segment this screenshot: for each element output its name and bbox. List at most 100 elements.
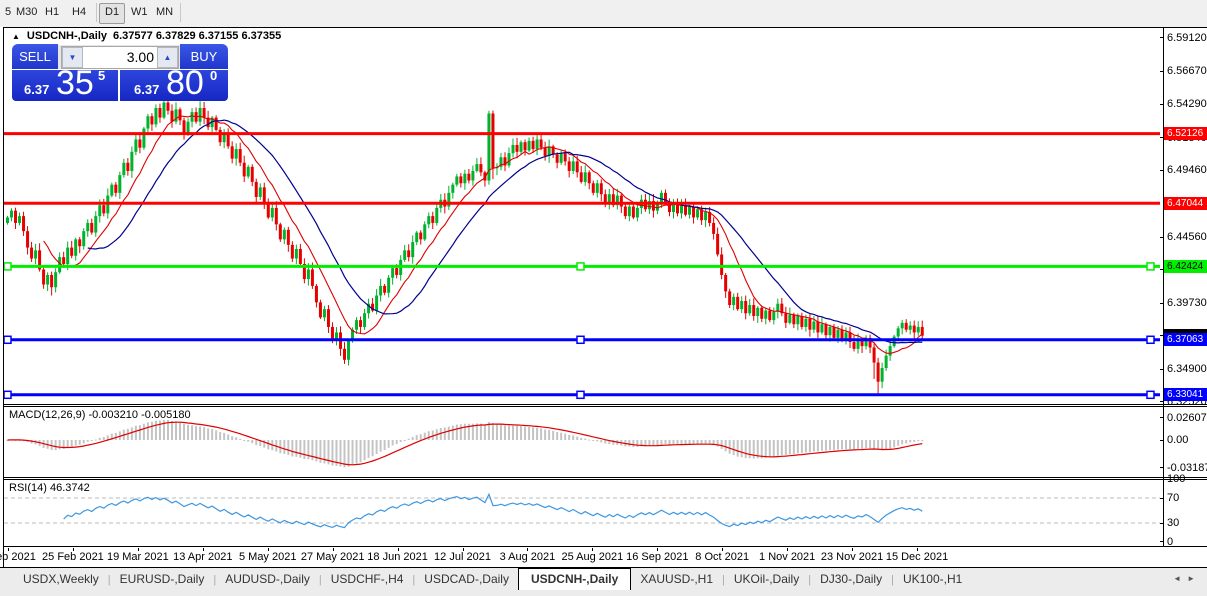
price-axis-tickmark <box>1160 369 1164 370</box>
candle-body <box>784 313 787 323</box>
macd-histogram-bar <box>360 440 362 462</box>
macd-histogram-bar <box>147 422 149 440</box>
candle-body <box>154 108 157 124</box>
macd-histogram-bar <box>528 427 530 440</box>
candle-body <box>540 139 543 147</box>
macd-histogram-bar <box>881 440 883 450</box>
macd-histogram-bar <box>215 430 217 440</box>
level-line-handle[interactable] <box>577 391 584 398</box>
macd-histogram-bar <box>235 437 237 440</box>
candle-body <box>102 205 105 213</box>
candle-body <box>768 311 771 321</box>
macd-histogram-bar <box>861 440 863 449</box>
macd-histogram-bar <box>725 440 727 451</box>
candle-body <box>471 171 474 181</box>
macd-histogram-bar <box>484 425 486 440</box>
timeframe-button-m30[interactable]: M30 <box>11 3 42 22</box>
macd-histogram-bar <box>729 440 731 454</box>
candle-body <box>636 208 639 218</box>
candle-body <box>620 196 623 207</box>
timeframe-button-mn[interactable]: MN <box>151 3 178 22</box>
chart-tab-xauusd-h1[interactable]: XAUUSD-,H1 <box>631 569 722 590</box>
buy-price-display[interactable]: 6.37 80 0 <box>120 70 228 101</box>
candle-body <box>748 305 751 313</box>
chart-tab-usdcad-daily[interactable]: USDCAD-,Daily <box>415 569 518 590</box>
candle-body <box>327 309 330 327</box>
candle-body <box>576 161 579 172</box>
candle-body <box>572 161 575 171</box>
macd-histogram-bar <box>556 432 558 440</box>
candle-body <box>760 308 763 319</box>
tab-scroll-arrows[interactable]: ◄► <box>1173 574 1201 583</box>
level-line-handle[interactable] <box>577 336 584 343</box>
level-line-handle[interactable] <box>4 336 11 343</box>
candle-body <box>319 302 322 317</box>
macd-histogram-bar <box>83 440 85 443</box>
macd-histogram-bar <box>255 440 257 445</box>
candle-body <box>150 116 153 124</box>
sell-button[interactable]: SELL <box>12 44 58 69</box>
macd-histogram-bar <box>584 439 586 440</box>
chart-tab-usdchf-h4[interactable]: USDCHF-,H4 <box>322 569 413 590</box>
candle-body <box>756 308 759 316</box>
macd-histogram-bar <box>889 440 891 449</box>
macd-histogram-bar <box>115 433 117 440</box>
candle-body <box>291 245 294 259</box>
candle-body <box>508 153 511 165</box>
macd-histogram-bar <box>793 440 795 454</box>
timeframe-button-h4[interactable]: H4 <box>67 3 91 22</box>
timeframe-button-d1[interactable]: D1 <box>99 3 125 24</box>
macd-histogram-bar <box>408 439 410 440</box>
chart-tab-usdx-weekly[interactable]: USDX,Weekly <box>14 569 108 590</box>
chart-tab-audusd-daily[interactable]: AUDUSD-,Daily <box>216 569 319 590</box>
candle-body <box>520 142 523 152</box>
candle-body <box>824 324 827 335</box>
date-axis-label: 12 Jul 2021 <box>434 551 491 563</box>
candle-body <box>251 167 254 182</box>
rsi-indicator-canvas[interactable] <box>4 479 1160 546</box>
level-line-handle[interactable] <box>1147 391 1154 398</box>
volume-input[interactable]: 3.00 <box>84 47 154 68</box>
chart-tab-eurusd-daily[interactable]: EURUSD-,Daily <box>111 569 214 590</box>
candle-body <box>187 122 190 133</box>
candle-body <box>411 242 414 257</box>
macd-histogram-bar <box>400 440 402 442</box>
chart-tab-usdcnh-daily[interactable]: USDCNH-,Daily <box>518 568 631 591</box>
level-line-handle[interactable] <box>1147 336 1154 343</box>
candle-body <box>732 297 735 305</box>
macd-histogram-bar <box>689 440 691 444</box>
macd-histogram-bar <box>769 440 771 458</box>
chart-tab-uk100-h1[interactable]: UK100-,H1 <box>894 569 971 590</box>
candle-body <box>42 269 45 284</box>
candle-body <box>126 163 129 171</box>
macd-histogram-bar <box>231 436 233 440</box>
candle-body <box>764 311 767 319</box>
level-line-handle[interactable] <box>4 263 11 270</box>
candle-body <box>431 216 434 223</box>
candle-body <box>463 174 466 184</box>
collapse-panel-icon[interactable]: ▲ <box>12 32 20 41</box>
macd-histogram-bar <box>279 440 281 453</box>
level-line-handle[interactable] <box>1147 263 1154 270</box>
macd-histogram-bar <box>91 440 93 441</box>
macd-histogram-bar <box>420 434 422 440</box>
chart-tab-ukoil-daily[interactable]: UKOil-,Daily <box>725 569 808 590</box>
date-axis-label: 3 Feb 2021 <box>0 551 36 563</box>
price-axis-tick: 6.44560 <box>1167 231 1207 243</box>
timeframe-button-h1[interactable]: H1 <box>40 3 64 22</box>
candle-body <box>736 297 739 309</box>
timeframe-button-w1[interactable]: W1 <box>126 3 153 22</box>
macd-histogram-bar <box>59 440 61 449</box>
level-line-handle[interactable] <box>577 263 584 270</box>
candle-body <box>94 216 97 232</box>
candle-body <box>110 185 113 196</box>
sell-price-display[interactable]: 6.37 35 5 <box>12 70 118 101</box>
macd-histogram-bar <box>717 440 719 447</box>
macd-histogram-bar <box>131 427 133 440</box>
level-line-handle[interactable] <box>4 391 11 398</box>
macd-histogram-bar <box>87 440 89 442</box>
macd-histogram-bar <box>913 440 915 442</box>
candle-body <box>716 234 719 255</box>
rsi-axis-tickmark <box>1160 498 1164 499</box>
chart-tab-dj30-daily[interactable]: DJ30-,Daily <box>811 569 891 590</box>
